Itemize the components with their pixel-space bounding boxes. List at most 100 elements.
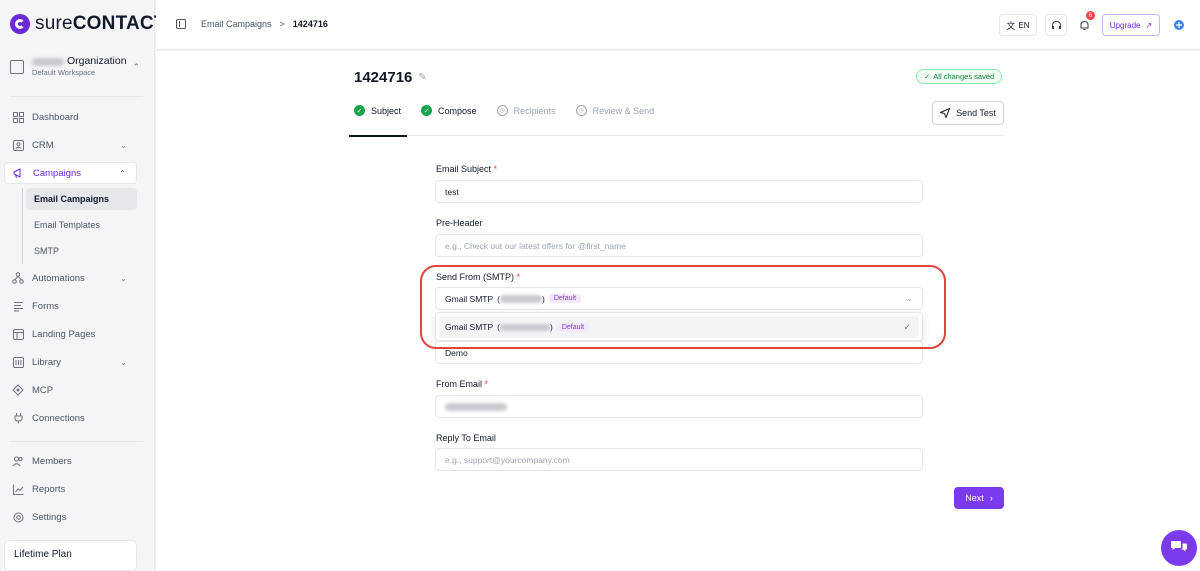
from-email-label: From Email * [436,379,488,389]
breadcrumb-separator: > [279,19,285,29]
nav-email-templates[interactable]: Email Templates [26,214,137,236]
breadcrumb-parent[interactable]: Email Campaigns [201,19,272,29]
annotation-highlight [420,265,946,349]
nav-smtp[interactable]: SMTP [26,240,137,262]
gear-icon [12,511,24,523]
workflow-icon [12,272,24,284]
step-label: Recipients [513,105,556,116]
next-label: Next [965,493,984,503]
nav-library[interactable]: Library ⌄ [4,351,137,373]
contact-card-icon [12,139,24,151]
nav-email-campaigns[interactable]: Email Campaigns [26,188,137,210]
campaign-title-text: 1424716 [354,69,413,86]
surecontact-logo-icon [10,14,30,34]
subnav-guide-line [22,188,23,264]
label-text: Email Subject [436,164,492,174]
sidebar-toggle-icon[interactable] [176,19,186,29]
nav-label: Automations [32,272,85,284]
nav-label: Library [32,356,62,368]
logo-text-light: sure [35,13,73,34]
notifications-button[interactable]: 6 [1073,11,1095,36]
input-placeholder: e.g., support@yourcompany.com [445,454,570,465]
headset-icon [1051,20,1061,29]
main-content: 1424716 ✎ ✓ All changes saved ✓ Subject … [156,51,1200,571]
brand-logo[interactable]: sureCONTACT [10,13,166,35]
nav-reports[interactable]: Reports [4,478,137,500]
required-mark: * [493,164,498,174]
nav-campaigns[interactable]: Campaigns ⌃ [4,162,137,184]
brand-mini-icon[interactable] [1173,19,1185,34]
chevron-down-icon: ⌄ [120,357,127,367]
nav-landing-pages[interactable]: Landing Pages [4,323,137,345]
step-subject[interactable]: ✓ Subject [354,105,401,116]
clock-icon: ◷ [575,105,587,116]
save-status-text: All changes saved [933,72,995,81]
megaphone-icon [13,167,25,179]
save-status-badge: ✓ All changes saved [916,69,1003,84]
nav-label: Campaigns [33,167,82,179]
translate-icon: 文 [1006,20,1016,31]
nav-label: Connections [32,412,85,424]
nav-settings[interactable]: Settings [4,506,137,528]
nav-mcp[interactable]: MCP [4,379,137,401]
reply-to-input[interactable]: e.g., support@yourcompany.com [435,448,923,471]
preheader-input[interactable]: e.g., Check out our latest offers for @f… [435,234,923,257]
nav-label: MCP [32,384,54,396]
library-icon [12,356,24,368]
building-icon [10,60,24,74]
topbar: Email Campaigns > 1424716 文 EN 6 Upgrade… [156,0,1200,50]
email-subject-label: Email Subject * [436,164,497,174]
redacted-text [445,402,507,411]
upgrade-label: Upgrade [1109,20,1141,30]
send-test-button[interactable]: Send Test [932,101,1004,125]
nav-crm[interactable]: CRM ⌄ [4,134,137,156]
send-test-label: Send Test [956,108,996,118]
check-circle-icon: ✓ [354,105,365,116]
external-arrow-icon: ↗ [1145,20,1153,30]
mcp-icon [12,384,24,396]
campaign-title: 1424716 ✎ [354,69,427,86]
redacted-text [32,57,64,66]
step-review-send[interactable]: ◷ Review & Send [575,105,654,116]
send-icon [940,108,951,118]
required-mark: * [484,379,489,389]
chevron-right-icon: › [989,493,993,503]
chat-launcher-button[interactable] [1161,530,1197,566]
chevron-updown-icon: ⌃ [132,61,140,72]
plan-card[interactable]: Lifetime Plan [4,540,137,571]
users-icon [12,455,24,467]
step-label: Compose [438,105,477,116]
active-step-indicator [349,135,407,137]
dashboard-icon [12,111,24,123]
nav-dashboard[interactable]: Dashboard [4,106,137,128]
form-icon [12,300,24,312]
nav-label: Reports [32,483,66,495]
step-label: Subject [371,105,402,116]
nav-label: Forms [32,300,59,312]
nav-label: Landing Pages [32,328,96,340]
nav-connections[interactable]: Connections [4,407,137,429]
edit-pencil-icon[interactable]: ✎ [418,72,426,83]
next-button[interactable]: Next › [954,487,1004,509]
nav-automations[interactable]: Automations ⌄ [4,267,137,289]
language-button[interactable]: 文 EN [999,14,1037,36]
chart-line-icon [12,483,24,495]
step-compose[interactable]: ✓ Compose [421,105,477,116]
nav-label: Dashboard [32,111,79,123]
organization-switcher[interactable]: Organization Default Workspace ⌃ [10,55,140,79]
bell-icon [1080,20,1088,30]
email-subject-input[interactable]: test [435,180,923,203]
nav-forms[interactable]: Forms [4,295,137,317]
plan-label: Lifetime Plan [14,549,72,560]
nav-members[interactable]: Members [4,450,137,472]
input-placeholder: e.g., Check out our latest offers for @f… [445,240,626,251]
workspace-name: Default Workspace [32,68,96,77]
browser-window-icon [12,328,24,340]
input-value: test [445,186,459,197]
upgrade-button[interactable]: Upgrade ↗ [1102,14,1160,36]
step-recipients[interactable]: ◷ Recipients [496,105,556,116]
from-email-input[interactable] [435,395,923,418]
support-button[interactable] [1045,14,1067,36]
breadcrumb-current: 1424716 [292,19,328,29]
chevron-down-icon: ⌄ [120,140,127,150]
